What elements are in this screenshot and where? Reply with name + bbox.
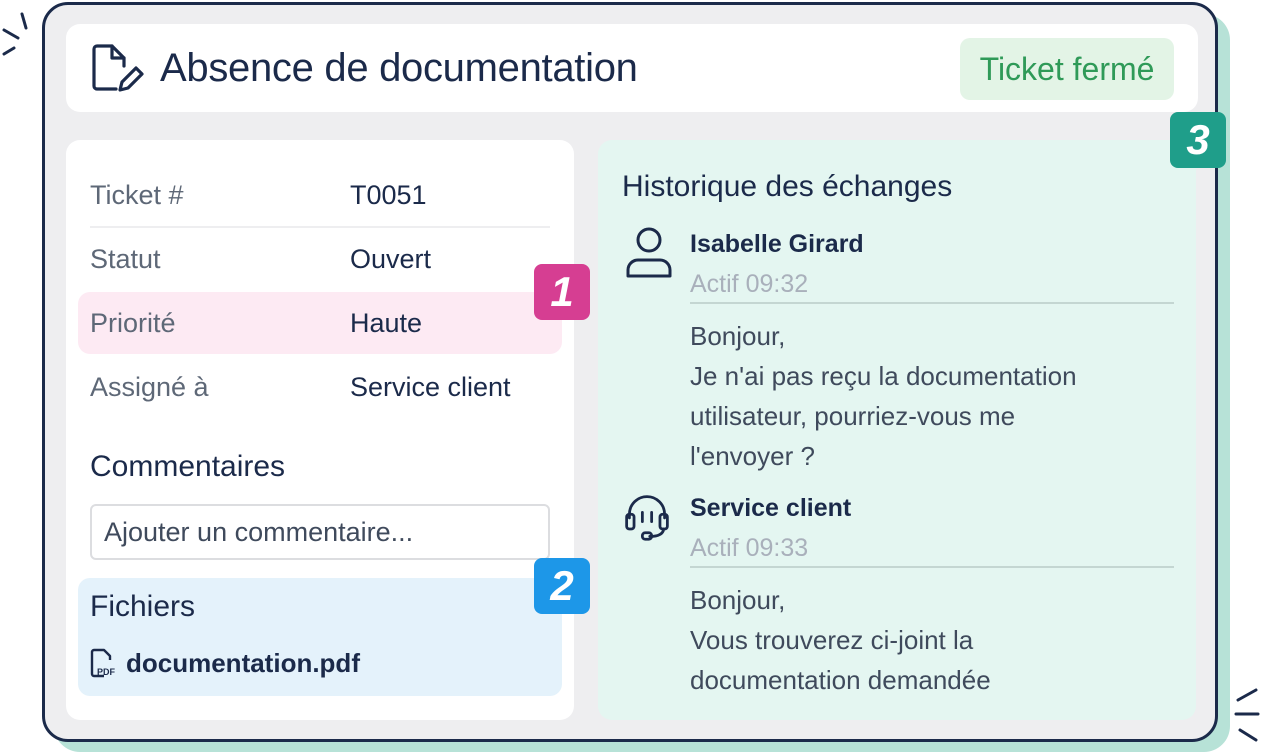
ticket-number-value: T0051 [350,180,427,210]
comment-input[interactable] [90,504,550,560]
history-panel: Historique des échanges Isabelle Girard … [598,140,1196,720]
priority-row: Priorité Haute [90,292,550,352]
ticket-header: Absence de documentation Ticket fermé [66,24,1198,112]
assignee-value: Service client [350,372,511,402]
sparkle-top-left-icon [2,12,28,56]
status-value: Ouvert [350,244,432,274]
message-line: Bonjour, [690,585,786,615]
message-line: Je n'ai pas reçu la documentation [690,361,1077,391]
message-line: documentation demandée [690,665,991,695]
message-divider [690,302,1174,304]
ticket-details-panel: Ticket # T0051 Statut Ouvert Priorité Ha… [66,140,574,720]
message-line: Bonjour, [690,321,786,351]
message-time: Actif 09:32 [690,270,809,298]
status-badge: Ticket fermé [960,38,1174,100]
page-title: Absence de documentation [160,46,638,90]
file-link-documentation[interactable]: PDF documentation.pdf [90,646,360,680]
document-edit-icon [92,44,144,92]
callout-marker-3: 3 [1170,112,1226,168]
files-title: Fichiers [90,590,196,623]
message-body: Bonjour, Vous trouverez ci-joint la docu… [690,580,1160,700]
message-time: Actif 09:33 [690,534,809,562]
message-line: utilisateur, pourriez-vous me [690,401,1016,431]
user-icon [626,227,672,278]
message-line: Vous trouverez ci-joint la [690,625,974,655]
status-row: Statut Ouvert [90,228,550,288]
assignee-row: Assigné à Service client [90,356,550,416]
callout-marker-2: 2 [534,558,590,614]
pdf-file-icon: PDF [90,648,116,678]
message-line: l'envoyer ? [690,441,815,471]
message-author: Service client [690,494,852,522]
files-section: Fichiers PDF documentation.pdf [78,578,562,696]
ticket-number-label: Ticket # [90,180,184,210]
history-title: Historique des échanges [622,170,953,203]
headset-icon [625,495,669,541]
message-body: Bonjour, Je n'ai pas reçu la documentati… [690,316,1160,476]
ticket-number-row: Ticket # T0051 [90,164,550,224]
assignee-label: Assigné à [90,372,209,402]
file-name: documentation.pdf [126,647,360,678]
status-label: Statut [90,244,161,274]
message-divider [690,566,1174,568]
pdf-file-icon-text: PDF [97,667,116,677]
priority-value: Haute [350,308,423,338]
comments-title: Commentaires [90,450,286,483]
callout-marker-1: 1 [534,264,590,320]
message-author: Isabelle Girard [690,230,864,258]
sparkle-bottom-right-icon [1234,688,1260,742]
priority-label: Priorité [90,308,176,338]
